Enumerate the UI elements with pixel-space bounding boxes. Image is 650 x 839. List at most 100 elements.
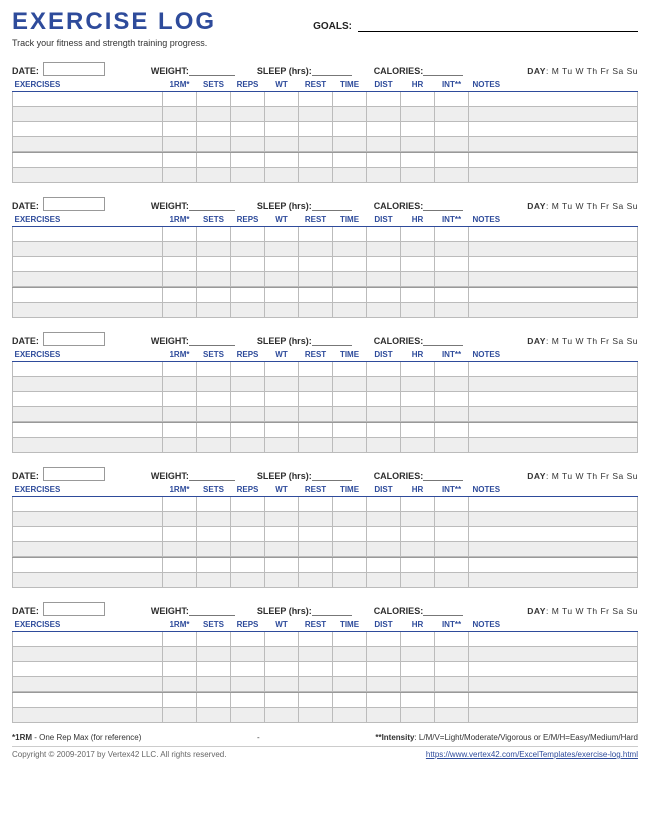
cell[interactable] xyxy=(265,677,299,692)
cell[interactable] xyxy=(231,423,265,438)
cell[interactable] xyxy=(163,168,197,183)
cell[interactable] xyxy=(299,362,333,377)
cell[interactable] xyxy=(299,392,333,407)
cell[interactable] xyxy=(435,227,469,242)
cell[interactable] xyxy=(469,512,638,527)
table-row[interactable] xyxy=(13,107,638,122)
cell[interactable] xyxy=(163,92,197,107)
cell[interactable] xyxy=(435,527,469,542)
cell[interactable] xyxy=(265,153,299,168)
cell[interactable] xyxy=(401,497,435,512)
cell[interactable] xyxy=(435,438,469,453)
cell[interactable] xyxy=(367,257,401,272)
cell[interactable] xyxy=(13,392,163,407)
cell[interactable] xyxy=(163,288,197,303)
cell[interactable] xyxy=(163,662,197,677)
cell[interactable] xyxy=(333,407,367,422)
cell[interactable] xyxy=(265,438,299,453)
cell[interactable] xyxy=(469,558,638,573)
cell[interactable] xyxy=(333,272,367,287)
table-row[interactable] xyxy=(13,527,638,542)
cell[interactable] xyxy=(333,662,367,677)
cell[interactable] xyxy=(265,107,299,122)
cell[interactable] xyxy=(435,242,469,257)
cell[interactable] xyxy=(367,92,401,107)
cell[interactable] xyxy=(367,647,401,662)
cell[interactable] xyxy=(333,542,367,557)
cell[interactable] xyxy=(13,107,163,122)
cell[interactable] xyxy=(231,392,265,407)
cell[interactable] xyxy=(469,527,638,542)
cell[interactable] xyxy=(265,137,299,152)
cell[interactable] xyxy=(469,303,638,318)
cell[interactable] xyxy=(13,497,163,512)
table-row[interactable] xyxy=(13,693,638,708)
cell[interactable] xyxy=(367,377,401,392)
cell[interactable] xyxy=(367,392,401,407)
table-row[interactable] xyxy=(13,122,638,137)
cell[interactable] xyxy=(265,558,299,573)
sleep-input[interactable] xyxy=(312,469,352,481)
cell[interactable] xyxy=(299,257,333,272)
cell[interactable] xyxy=(435,303,469,318)
cell[interactable] xyxy=(231,257,265,272)
cell[interactable] xyxy=(299,708,333,723)
cell[interactable] xyxy=(231,573,265,588)
cell[interactable] xyxy=(197,137,231,152)
cell[interactable] xyxy=(367,512,401,527)
cell[interactable] xyxy=(435,257,469,272)
cell[interactable] xyxy=(367,708,401,723)
cell[interactable] xyxy=(469,137,638,152)
day-selector[interactable]: DAY: M Tu W Th Fr Sa Su xyxy=(527,201,638,211)
cell[interactable] xyxy=(265,242,299,257)
cell[interactable] xyxy=(13,407,163,422)
cell[interactable] xyxy=(13,288,163,303)
cell[interactable] xyxy=(163,558,197,573)
cell[interactable] xyxy=(333,632,367,647)
cell[interactable] xyxy=(401,257,435,272)
table-row[interactable] xyxy=(13,362,638,377)
cell[interactable] xyxy=(333,227,367,242)
cell[interactable] xyxy=(265,377,299,392)
cell[interactable] xyxy=(435,272,469,287)
cell[interactable] xyxy=(163,107,197,122)
cell[interactable] xyxy=(469,542,638,557)
table-row[interactable] xyxy=(13,227,638,242)
cell[interactable] xyxy=(435,377,469,392)
cell[interactable] xyxy=(163,153,197,168)
cell[interactable] xyxy=(197,693,231,708)
cell[interactable] xyxy=(299,542,333,557)
cell[interactable] xyxy=(333,573,367,588)
cell[interactable] xyxy=(333,107,367,122)
cell[interactable] xyxy=(333,137,367,152)
cell[interactable] xyxy=(231,497,265,512)
cell[interactable] xyxy=(163,272,197,287)
cell[interactable] xyxy=(333,708,367,723)
sleep-input[interactable] xyxy=(312,64,352,76)
cell[interactable] xyxy=(231,377,265,392)
cell[interactable] xyxy=(163,303,197,318)
cell[interactable] xyxy=(401,438,435,453)
cell[interactable] xyxy=(265,257,299,272)
cell[interactable] xyxy=(197,497,231,512)
cell[interactable] xyxy=(163,497,197,512)
cell[interactable] xyxy=(265,708,299,723)
cell[interactable] xyxy=(299,288,333,303)
table-row[interactable] xyxy=(13,632,638,647)
cell[interactable] xyxy=(367,242,401,257)
cell[interactable] xyxy=(435,693,469,708)
cell[interactable] xyxy=(299,92,333,107)
cell[interactable] xyxy=(401,272,435,287)
cell[interactable] xyxy=(367,632,401,647)
cell[interactable] xyxy=(265,122,299,137)
calories-input[interactable] xyxy=(423,334,463,346)
cell[interactable] xyxy=(197,288,231,303)
table-row[interactable] xyxy=(13,647,638,662)
date-input[interactable] xyxy=(43,602,105,616)
cell[interactable] xyxy=(197,708,231,723)
cell[interactable] xyxy=(435,153,469,168)
cell[interactable] xyxy=(469,392,638,407)
cell[interactable] xyxy=(265,407,299,422)
cell[interactable] xyxy=(469,272,638,287)
cell[interactable] xyxy=(231,542,265,557)
